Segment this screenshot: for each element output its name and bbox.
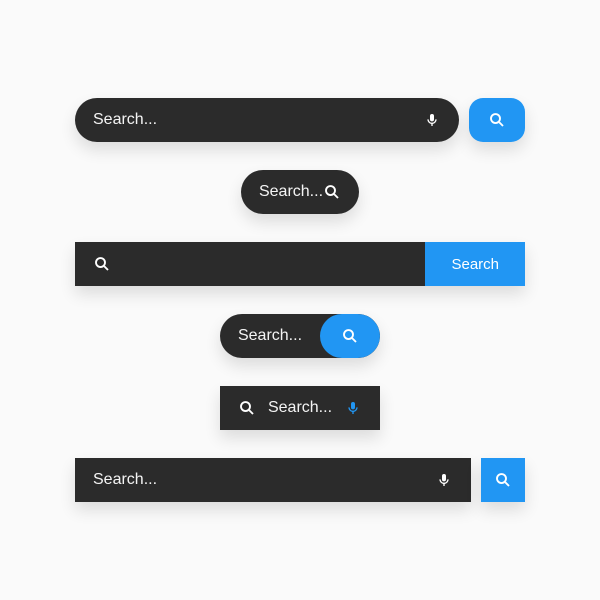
- search-bar-variant-4: Search...: [220, 314, 380, 358]
- search-placeholder: Search...: [259, 183, 323, 201]
- search-button[interactable]: Search: [425, 242, 525, 286]
- search-input[interactable]: Search...: [75, 458, 471, 502]
- search-input[interactable]: Search...: [220, 327, 320, 345]
- search-placeholder: Search...: [238, 327, 302, 344]
- search-bar-variant-3: Search: [75, 242, 525, 286]
- search-bar-variant-5[interactable]: Search...: [220, 386, 380, 430]
- search-button[interactable]: [320, 314, 380, 358]
- search-bar-variant-6: Search...: [75, 458, 525, 502]
- search-button[interactable]: [481, 458, 525, 502]
- search-icon[interactable]: [323, 183, 341, 201]
- microphone-icon[interactable]: [344, 399, 362, 417]
- search-bar-variant-2[interactable]: Search...: [241, 170, 359, 214]
- microphone-icon[interactable]: [423, 111, 441, 129]
- search-button-label: Search: [451, 256, 499, 273]
- search-icon: [494, 471, 512, 489]
- search-placeholder: Search...: [268, 399, 332, 417]
- search-placeholder: Search...: [93, 111, 157, 129]
- search-icon: [93, 255, 111, 273]
- search-icon: [238, 399, 256, 417]
- search-button[interactable]: [469, 98, 525, 142]
- search-icon: [341, 327, 359, 345]
- search-input[interactable]: [75, 242, 129, 286]
- search-bar-variant-1: Search...: [75, 98, 525, 142]
- search-icon: [488, 111, 506, 129]
- search-input[interactable]: Search...: [75, 98, 459, 142]
- search-placeholder: Search...: [93, 471, 157, 489]
- microphone-icon[interactable]: [435, 471, 453, 489]
